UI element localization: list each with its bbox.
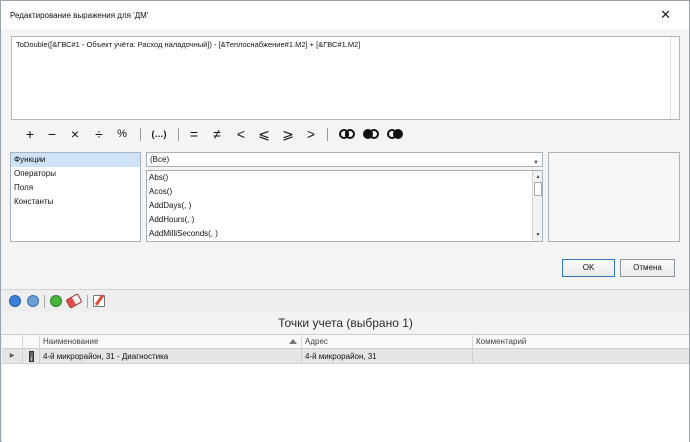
category-item[interactable]: Константы	[11, 195, 140, 209]
column-header-address[interactable]: Адрес	[302, 335, 473, 349]
grid-caption: Точки учета (выбрано 1)	[2, 312, 689, 334]
function-item[interactable]: AddHours(, )	[147, 213, 542, 227]
row-indicator-icon: ▶	[2, 349, 23, 364]
check-icon[interactable]	[50, 295, 62, 307]
title-bar: Редактирование выражения для 'ДМ' ✕	[1, 1, 689, 29]
function-item[interactable]: Acos()	[147, 185, 542, 199]
cell-address[interactable]: 4-й микрорайон, 31	[302, 349, 473, 364]
scroll-down-icon[interactable]: ▼	[534, 230, 542, 240]
eraser-icon[interactable]	[65, 293, 83, 309]
less-equal-button[interactable]: ⩽	[255, 125, 273, 143]
expression-text[interactable]: ToDouble([&ГВС#1 - Объект учёта: Расход …	[16, 40, 360, 49]
function-item[interactable]: AddMilliSeconds(, )	[147, 227, 542, 241]
table-row[interactable]: ▶ 4-й микрорайон, 31 - Диагностика 4-й м…	[2, 349, 689, 364]
multiply-button[interactable]: ×	[66, 125, 84, 143]
cell-name[interactable]: 4-й микрорайон, 31 - Диагностика	[40, 349, 302, 364]
less-button[interactable]: <	[232, 125, 250, 143]
expression-scrollbar[interactable]	[670, 37, 679, 119]
function-list[interactable]: Abs() Acos() AddDays(, ) AddHours(, ) Ad…	[146, 170, 543, 242]
function-list-scrollbar[interactable]: ▲ ▼	[532, 171, 542, 241]
expression-editor[interactable]: ToDouble([&ГВС#1 - Объект учёта: Расход …	[11, 36, 680, 120]
logical-not-icon[interactable]	[387, 129, 403, 139]
sort-ascending-icon	[289, 339, 297, 344]
category-item[interactable]: Поля	[11, 181, 140, 195]
separator	[327, 128, 328, 141]
close-icon[interactable]: ✕	[660, 8, 671, 21]
filter-dropdown[interactable]: (Все) ▼	[146, 152, 543, 167]
remove-icon[interactable]	[27, 295, 39, 307]
grid-toolbar	[2, 289, 689, 311]
plus-button[interactable]: +	[21, 125, 39, 143]
meter-icon	[23, 349, 40, 364]
minus-button[interactable]: −	[43, 125, 61, 143]
separator	[178, 128, 179, 141]
cancel-button[interactable]: Отмена	[620, 259, 675, 277]
window-title: Редактирование выражения для 'ДМ'	[10, 11, 149, 20]
category-list[interactable]: Функции Операторы Поля Константы	[10, 152, 141, 242]
greater-button[interactable]: >	[302, 125, 320, 143]
category-item[interactable]: Функции	[11, 153, 140, 167]
separator	[140, 128, 141, 141]
category-item[interactable]: Операторы	[11, 167, 140, 181]
divide-button[interactable]: ÷	[90, 125, 108, 143]
filter-value: (Все)	[150, 155, 170, 164]
scroll-thumb[interactable]	[534, 182, 542, 196]
grid-header: Наименование Адрес Комментарий	[2, 334, 689, 349]
not-equal-button[interactable]: ≠	[208, 125, 226, 143]
function-item[interactable]: Abs()	[147, 171, 542, 185]
scroll-up-icon[interactable]: ▲	[534, 172, 542, 182]
equal-button[interactable]: =	[185, 125, 203, 143]
percent-button[interactable]: %	[113, 125, 131, 143]
indicator-column-header	[2, 335, 23, 349]
function-item[interactable]: AddDays(, )	[147, 199, 542, 213]
grid-empty-area	[2, 364, 689, 442]
ok-button[interactable]: OK	[562, 259, 615, 277]
expression-editor-window: Редактирование выражения для 'ДМ' ✕ ToDo…	[0, 0, 690, 442]
add-icon[interactable]	[9, 295, 21, 307]
edit-icon[interactable]	[93, 295, 105, 307]
cell-comment[interactable]	[473, 349, 689, 364]
logical-or-icon[interactable]	[363, 129, 379, 139]
chevron-down-icon[interactable]: ▼	[533, 157, 539, 170]
separator	[87, 295, 88, 308]
greater-equal-button[interactable]: ⩾	[279, 125, 297, 143]
column-header-name[interactable]: Наименование	[40, 335, 302, 349]
separator	[44, 295, 45, 308]
column-header-comment[interactable]: Комментарий	[473, 335, 689, 349]
parentheses-button[interactable]: (…)	[146, 125, 172, 143]
icon-column-header	[23, 335, 40, 349]
description-panel	[548, 152, 680, 242]
logical-and-icon[interactable]	[339, 129, 355, 139]
